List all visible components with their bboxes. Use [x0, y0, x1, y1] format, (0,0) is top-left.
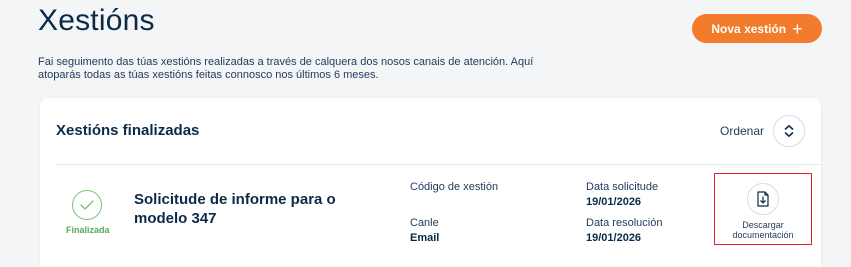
- new-request-label: Nova xestión: [711, 21, 787, 36]
- card-title: Xestións finalizadas: [56, 122, 200, 139]
- sort-button[interactable]: [773, 115, 805, 147]
- page: Xestións Nova xestión + Fai seguimento d…: [0, 0, 851, 267]
- resolution-date-value: 19/01/2026: [586, 232, 642, 244]
- request-date-value: 19/01/2026: [586, 196, 642, 208]
- card-divider: [56, 164, 821, 165]
- page-title: Xestións: [38, 4, 155, 37]
- status-label: Finalizada: [66, 225, 110, 235]
- sort-label: Ordenar: [720, 124, 765, 138]
- channel-value: Email: [410, 232, 440, 244]
- check-circle-icon: [72, 190, 102, 220]
- channel-label: Canle: [410, 217, 439, 229]
- sort-icon: [784, 125, 794, 137]
- request-title: Solicitude de informe para o modelo 347: [134, 191, 336, 227]
- download-documentation-button[interactable]: Descargar documentación: [714, 173, 812, 245]
- request-date-label: Data solicitude: [586, 181, 659, 193]
- download-label: Descargar documentación: [732, 220, 794, 240]
- resolution-date-label: Data resolución: [586, 217, 663, 229]
- download-document-icon: [747, 183, 779, 215]
- new-request-button[interactable]: Nova xestión +: [692, 14, 822, 43]
- status-badge: Finalizada: [66, 190, 110, 235]
- page-description: Fai seguimento das túas xestións realiza…: [38, 56, 534, 81]
- code-label: Código de xestión: [410, 181, 499, 193]
- finished-requests-card: Xestións finalizadas Ordenar Finalizada …: [40, 98, 821, 267]
- plus-icon: +: [792, 18, 803, 39]
